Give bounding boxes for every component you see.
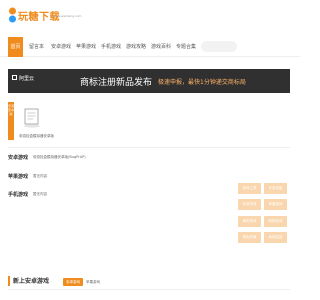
category-tag: 手游安卓版 (8, 102, 14, 140)
nav-item-android-games[interactable]: 安卓游戏 (50, 37, 72, 57)
side-button[interactable]: 角色扮演 (238, 232, 261, 243)
tab-android[interactable]: 安卓游戏 (63, 278, 83, 286)
nav-item-collections[interactable]: 专题合集 (175, 37, 197, 57)
main-nav: 首页 留言本 安卓游戏 苹果游戏 手机游戏 游戏攻略 游戏百科 专题合集 (0, 37, 300, 57)
info-value: 暂无内容 (33, 174, 47, 178)
info-label: 手机游戏 (8, 192, 29, 198)
side-button[interactable]: 苹果游戏 (264, 199, 287, 210)
logo-subtitle: www.wantang.com (53, 14, 82, 18)
nav-item-game-guides[interactable]: 游戏攻略 (125, 37, 147, 57)
side-button[interactable]: 安卓游戏 (238, 199, 261, 210)
app-placeholder-icon[interactable] (21, 107, 43, 129)
logo-icon[interactable] (8, 7, 17, 23)
side-button[interactable]: 游戏工具 (238, 183, 261, 194)
app-name[interactable]: 帝游捡盒模拟器安卓版 (19, 134, 54, 139)
search-input[interactable] (201, 41, 237, 52)
side-button[interactable]: 手游合集 (264, 183, 287, 194)
side-button[interactable]: 单机游戏 (238, 216, 261, 227)
nav-item-mobile-games[interactable]: 手机游戏 (100, 37, 122, 57)
nav-item-game-wiki[interactable]: 游戏百科 (150, 37, 172, 57)
site-header: 玩糖下载 www.wantang.com (0, 0, 300, 36)
info-value: 暂无内容 (33, 192, 47, 196)
info-value-link[interactable]: 帝游捡盒模拟器安卓版(BugPrAP) (33, 155, 86, 160)
section-accent-bar (8, 276, 10, 286)
banner-logo: 阿里云 (19, 76, 35, 82)
info-label: 安卓游戏 (8, 155, 29, 161)
nav-item-apple-games[interactable]: 苹果游戏 (75, 37, 97, 57)
app-detail: 手游安卓版 帝游捡盒模拟器安卓版 (8, 102, 290, 148)
banner-title: 商标注册新品发布 (80, 78, 153, 88)
info-label: 苹果游戏 (8, 174, 29, 180)
info-row-apple: 苹果游戏 暂无内容 (8, 173, 208, 183)
aliyun-logo-icon (12, 75, 17, 80)
info-row-android: 安卓游戏 帝游捡盒模拟器安卓版(BugPrAP) (8, 154, 208, 164)
ad-banner[interactable]: 阿里云 商标注册新品发布 极速申报，最快1分钟递交商标局 (8, 69, 290, 93)
tab-apple[interactable]: 苹果游戏 (83, 278, 103, 286)
nav-item-home[interactable]: 首页 (8, 37, 23, 57)
section-header: 新上安卓游戏 安卓游戏 苹果游戏 (8, 274, 290, 290)
banner-subtitle: 极速申报，最快1分钟递交商标局 (158, 79, 246, 86)
side-button[interactable]: 网络游戏 (264, 216, 287, 227)
nav-item-guestbook[interactable]: 留言本 (27, 37, 46, 57)
section-title: 新上安卓游戏 (13, 278, 50, 285)
info-row-mobile: 手机游戏 暂无内容 (8, 191, 208, 201)
side-button[interactable]: 休闲益智 (264, 232, 287, 243)
